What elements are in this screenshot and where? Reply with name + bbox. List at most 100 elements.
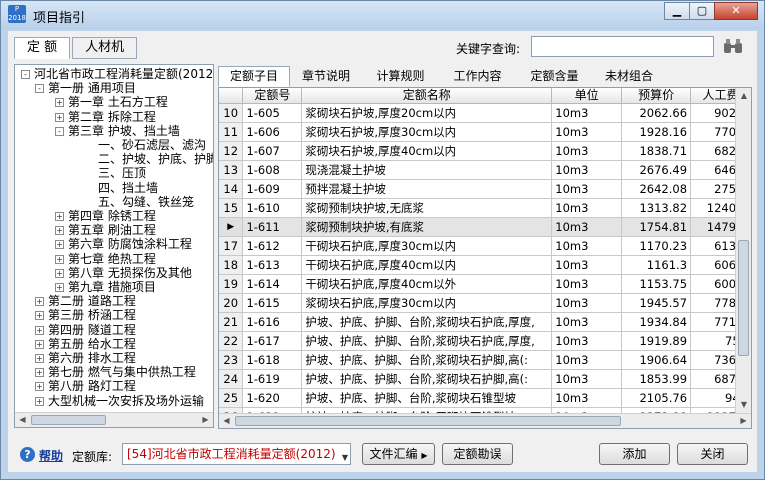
- tab-labor-material-machine[interactable]: 人材机: [72, 37, 138, 59]
- cell-budget-price[interactable]: 1906.64: [621, 350, 692, 370]
- cell-quota-name[interactable]: 浆砌预制块护坡,无底浆: [301, 198, 553, 218]
- expand-icon[interactable]: +: [55, 212, 64, 221]
- cell-budget-price[interactable]: 1838.71: [621, 141, 692, 161]
- table-row[interactable]: 11 1-606 浆砌块石护坡,厚度30cm以内 10m3 1928.16 770.4: [219, 122, 751, 142]
- tree-node[interactable]: + 第四册 隧道工程: [35, 323, 136, 337]
- close-window-button[interactable]: ✕: [714, 2, 758, 20]
- scroll-left-icon[interactable]: ◀: [219, 414, 234, 428]
- cell-quota-unit[interactable]: 10m3: [551, 103, 623, 123]
- cell-budget-price[interactable]: 2642.08: [621, 179, 692, 199]
- cell-budget-price[interactable]: 1161.3: [621, 255, 692, 275]
- cell-quota-code[interactable]: 1-607: [242, 141, 303, 161]
- cell-quota-unit[interactable]: 10m3: [551, 293, 623, 313]
- scroll-right-icon[interactable]: ▶: [198, 413, 213, 427]
- table-row[interactable]: 17 1-612 干砌块石护底,厚度30cm以内 10m3 1170.23 613.2: [219, 236, 751, 256]
- cell-budget-price[interactable]: 1170.23: [621, 236, 692, 256]
- cell-budget-price[interactable]: 1934.84: [621, 312, 692, 332]
- col-header-price[interactable]: 预算价: [621, 88, 692, 104]
- cell-row-number[interactable]: 14: [219, 179, 244, 199]
- scroll-down-icon[interactable]: ▼: [736, 397, 751, 413]
- grid-vertical-scrollbar[interactable]: ▲ ▼: [735, 88, 751, 413]
- table-row[interactable]: 13 1-608 现浇混凝土护坡 10m3 2676.49 646.2: [219, 160, 751, 180]
- grid-hscroll-thumb[interactable]: [235, 416, 621, 426]
- cell-quota-unit[interactable]: 10m3: [551, 217, 623, 237]
- cell-quota-unit[interactable]: 10m3: [551, 160, 623, 180]
- cell-row-number[interactable]: 10: [219, 103, 244, 123]
- tree-node[interactable]: + 第二册 道路工程: [35, 294, 136, 308]
- cell-quota-unit[interactable]: 10m3: [551, 369, 623, 389]
- tab-work-content[interactable]: 工作内容: [439, 66, 516, 87]
- tree-node[interactable]: + 第六册 排水工程: [35, 351, 136, 365]
- tree-node[interactable]: + 第七册 燃气与集中供热工程: [35, 365, 196, 379]
- cell-row-number[interactable]: 23: [219, 350, 244, 370]
- tree-node[interactable]: + 第九章 措施项目: [55, 280, 156, 294]
- cell-quota-code[interactable]: 1-608: [242, 160, 303, 180]
- cell-row-number[interactable]: 19: [219, 274, 244, 294]
- cell-quota-name[interactable]: 护坡、护底、护脚、台阶,浆砌块石护脚,高(:: [301, 350, 553, 370]
- cell-quota-code[interactable]: 1-610: [242, 198, 303, 218]
- cell-quota-name[interactable]: 护坡、护底、护脚、台阶,浆砌块石护底,厚度,: [301, 312, 553, 332]
- table-row[interactable]: 24 1-619 护坡、护底、护脚、台阶,浆砌块石护脚,高(: 10m3 1853.99…: [219, 369, 751, 389]
- cell-quota-unit[interactable]: 10m3: [551, 388, 623, 408]
- scroll-right-icon[interactable]: ▶: [736, 414, 751, 428]
- cell-row-number[interactable]: 21: [219, 312, 244, 332]
- cell-quota-name[interactable]: 浆砌块石护底,厚度30cm以内: [301, 293, 553, 313]
- cell-quota-unit[interactable]: 10m3: [551, 198, 623, 218]
- tree-node[interactable]: 一、砂石滤层、滤沟: [85, 138, 206, 152]
- expand-icon[interactable]: +: [55, 254, 64, 264]
- cell-quota-name[interactable]: 预拌混凝土护坡: [301, 179, 553, 199]
- tree-node[interactable]: + 第五册 给水工程: [35, 337, 136, 351]
- tree-node[interactable]: + 第五章 刷油工程: [55, 223, 156, 237]
- table-row[interactable]: 22 1-617 护坡、护底、护脚、台阶,浆砌块石护底,厚度, 10m3 1919.89…: [219, 331, 751, 351]
- tree-scroll-thumb[interactable]: [31, 415, 106, 425]
- expand-icon[interactable]: +: [35, 396, 44, 406]
- cell-row-number[interactable]: 13: [219, 160, 244, 180]
- cell-budget-price[interactable]: 1853.99: [621, 369, 692, 389]
- cell-quota-name[interactable]: 干砌块石护底,厚度40cm以外: [301, 274, 553, 294]
- cell-quota-code[interactable]: 1-611: [242, 217, 303, 237]
- grid-vscroll-thumb[interactable]: [738, 240, 749, 356]
- expand-icon[interactable]: +: [35, 368, 44, 378]
- cell-quota-name[interactable]: 护坡、护底、护脚、台阶,浆砌块石锥型坡: [301, 388, 553, 408]
- tab-quota[interactable]: 定 额: [14, 37, 71, 59]
- cell-budget-price[interactable]: 1153.75: [621, 274, 692, 294]
- cell-quota-code[interactable]: 1-617: [242, 331, 303, 351]
- cell-quota-code[interactable]: 1-605: [242, 103, 303, 123]
- cell-quota-name[interactable]: 护坡、护底、护脚、台阶,浆砌块石护脚,高(:: [301, 369, 553, 389]
- tree-node[interactable]: - 河北省市政工程消耗量定额(2012): [21, 67, 213, 81]
- tree-node[interactable]: 二、护坡、护底、护脚: [85, 152, 213, 166]
- expand-icon[interactable]: +: [35, 354, 44, 363]
- cell-quota-unit[interactable]: 10m3: [551, 274, 623, 294]
- tree-node[interactable]: + 第四章 除锈工程: [55, 209, 156, 223]
- table-row[interactable]: 10 1-605 浆砌块石护坡,厚度20cm以内 10m3 2062.66 902.4: [219, 103, 751, 123]
- current-row-indicator-icon[interactable]: ▶: [219, 217, 244, 237]
- add-button[interactable]: 添加: [599, 443, 670, 465]
- help-icon[interactable]: ?: [20, 447, 35, 462]
- expand-icon[interactable]: +: [55, 283, 64, 292]
- cell-budget-price[interactable]: 1313.82: [621, 198, 692, 218]
- cell-row-number[interactable]: 24: [219, 369, 244, 389]
- tab-quota-content[interactable]: 定额含量: [516, 66, 593, 87]
- table-row[interactable]: 18 1-613 干砌块石护底,厚度40cm以内 10m3 1161.3 606.6: [219, 255, 751, 275]
- table-row[interactable]: 251-620护坡、护底、护脚、台阶,浆砌块石锥型坡10m32105.76948: [219, 388, 751, 408]
- collapse-icon[interactable]: -: [35, 84, 44, 94]
- tab-material-combo[interactable]: 未材组合: [593, 66, 665, 87]
- tree-horizontal-scrollbar[interactable]: ◀ ▶: [15, 412, 213, 427]
- table-row[interactable]: 15 1-610 浆砌预制块护坡,无底浆 10m3 1313.82 1240.2: [219, 198, 751, 218]
- cell-quota-code[interactable]: 1-606: [242, 122, 303, 142]
- cell-quota-code[interactable]: 1-609: [242, 179, 303, 199]
- cell-row-number[interactable]: 20: [219, 293, 244, 313]
- cell-quota-code[interactable]: 1-615: [242, 293, 303, 313]
- cell-quota-name[interactable]: 浆砌块石护坡,厚度30cm以内: [301, 122, 553, 142]
- scroll-left-icon[interactable]: ◀: [15, 413, 30, 427]
- cell-quota-unit[interactable]: 10m3: [551, 141, 623, 161]
- cell-row-number[interactable]: 22: [219, 331, 244, 351]
- file-summary-button[interactable]: 文件汇编 ▶: [362, 443, 435, 465]
- cell-row-number[interactable]: 17: [219, 236, 244, 256]
- expand-icon[interactable]: +: [35, 339, 44, 349]
- cell-quota-code[interactable]: 1-620: [242, 388, 303, 408]
- expand-icon[interactable]: +: [55, 240, 64, 250]
- col-header-unit[interactable]: 单位: [551, 88, 623, 104]
- expand-icon[interactable]: +: [35, 325, 44, 335]
- cell-row-number[interactable]: 25: [219, 388, 244, 408]
